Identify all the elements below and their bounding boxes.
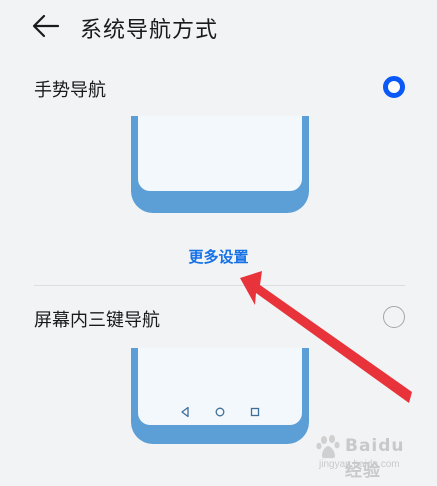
option-label: 手势导航	[34, 80, 106, 101]
option-gesture-navigation[interactable]: 手势导航	[0, 66, 437, 110]
option-three-key-navigation[interactable]: 屏幕内三键导航	[0, 296, 437, 340]
watermark: Baidu经验 jingyan.baidu.com	[315, 434, 411, 481]
radio-unselected[interactable]	[383, 306, 405, 328]
page-title: 系统导航方式	[80, 18, 219, 43]
back-button[interactable]	[30, 12, 62, 40]
back-triangle-icon	[181, 406, 189, 418]
divider	[34, 285, 405, 286]
home-circle-icon	[215, 407, 225, 417]
watermark-url: jingyan.baidu.com	[319, 459, 400, 470]
phone-screen	[138, 116, 302, 191]
baidu-paw-icon	[316, 435, 340, 459]
back-arrow-icon	[32, 14, 60, 38]
three-key-navigation-illustration	[131, 348, 309, 444]
nav-keys-bar	[138, 405, 302, 419]
radio-selected[interactable]	[383, 76, 405, 98]
phone-screen	[138, 348, 302, 425]
recent-square-icon	[250, 407, 260, 417]
gesture-navigation-illustration	[131, 116, 309, 213]
header-bar: 系统导航方式	[0, 0, 437, 56]
more-settings-link[interactable]: 更多设置	[0, 246, 437, 267]
option-label: 屏幕内三键导航	[34, 310, 160, 331]
